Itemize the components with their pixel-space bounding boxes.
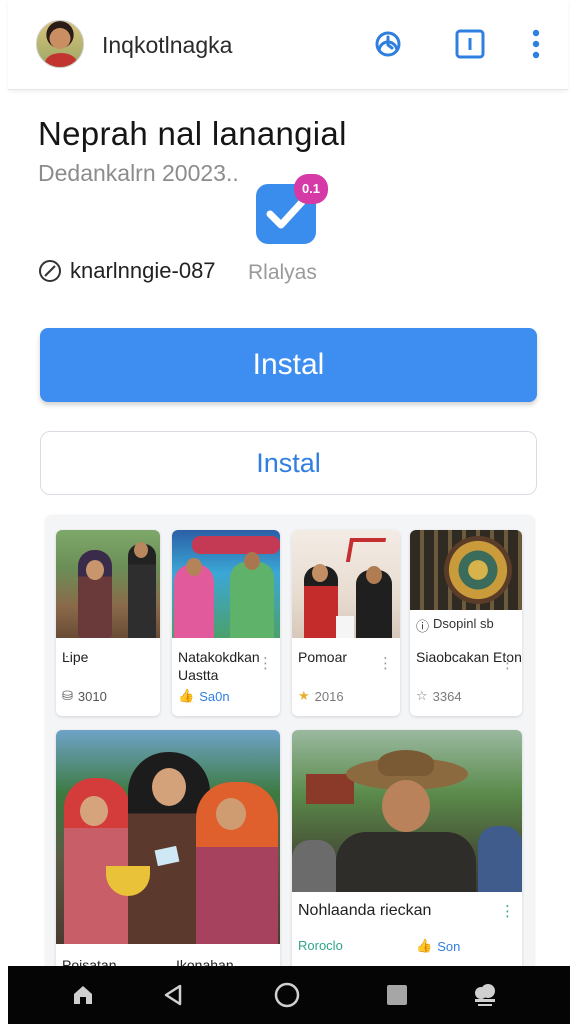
thumb-icon: 👍 bbox=[178, 688, 195, 703]
app-date: Dedankalrn 20023.. bbox=[38, 160, 239, 186]
developer-icon bbox=[39, 260, 61, 282]
developer-row[interactable]: knarlnngie-087 bbox=[38, 258, 216, 284]
app-name: Neprah nal lanangial bbox=[38, 115, 347, 152]
card-meta-right: 👍 Son bbox=[416, 938, 460, 954]
info-icon: ⓘ bbox=[416, 619, 430, 634]
notification-badge: 0.1 bbox=[294, 174, 328, 204]
card-menu-icon[interactable]: ⋮ bbox=[500, 654, 515, 672]
more-vert-icon[interactable] bbox=[518, 26, 554, 62]
circle-home-icon[interactable] bbox=[270, 978, 304, 1012]
recents-icon[interactable] bbox=[380, 978, 414, 1012]
gallery-card[interactable]: Natakokdkan Uastta ⋮ 👍 Sa0n bbox=[172, 530, 280, 716]
card-meta: ⛁ 3010 bbox=[62, 688, 107, 704]
card-title: Nohlaanda rieckan bbox=[298, 902, 432, 919]
assistant-icon[interactable] bbox=[468, 978, 502, 1012]
header-title: Inqkotlnagka bbox=[102, 32, 233, 58]
card-menu-icon[interactable]: ⋮ bbox=[378, 654, 393, 672]
gallery-photo bbox=[292, 730, 522, 892]
card-menu-icon[interactable]: ⋮ bbox=[500, 902, 515, 920]
gallery-photo bbox=[172, 530, 280, 638]
install-secondary-button[interactable]: Instal bbox=[40, 431, 537, 495]
card-meta-value: Sa0n bbox=[199, 688, 230, 704]
card-meta-value: Roroclo bbox=[298, 938, 343, 953]
card-meta-right-value: Son bbox=[437, 938, 461, 954]
star-icon: ★ bbox=[298, 688, 310, 703]
star-icon: ☆ bbox=[416, 688, 428, 703]
system-nav-bar bbox=[8, 966, 570, 1024]
card-meta-value: 3010 bbox=[77, 688, 107, 704]
card-title: Ŀipe bbox=[62, 649, 89, 665]
card-meta: ☆ 3364 bbox=[416, 688, 462, 704]
avatar[interactable] bbox=[36, 20, 84, 68]
home-icon[interactable] bbox=[66, 978, 100, 1012]
card-menu-icon[interactable]: ⋮ bbox=[258, 654, 273, 672]
install-button[interactable]: Instal bbox=[40, 328, 537, 402]
card-meta: Roroclo bbox=[298, 938, 343, 953]
square-info-icon[interactable] bbox=[452, 26, 488, 62]
card-meta-value: 2016 bbox=[314, 688, 344, 704]
gallery-card[interactable]: Ŀipe ⛁ 3010 bbox=[56, 530, 160, 716]
gallery-card[interactable]: Pomoar ⋮ ★ 2016 bbox=[292, 530, 400, 716]
gallery-photo bbox=[292, 530, 400, 638]
download-icon: ⛁ bbox=[62, 688, 73, 703]
card-meta: ★ 2016 bbox=[298, 688, 344, 704]
thumb-icon: 👍 bbox=[416, 938, 433, 953]
gallery-photo bbox=[56, 730, 280, 944]
gallery-photo bbox=[410, 530, 522, 610]
card-meta-value: 3364 bbox=[432, 688, 462, 704]
developer-name: knarlnngie-087 bbox=[70, 258, 216, 283]
card-caption-text: Dsopinl sb bbox=[433, 616, 494, 631]
gallery-card[interactable]: Nohlaanda rieckan ⋮ Roroclo 👍 Son bbox=[292, 730, 522, 976]
screenshot-gallery[interactable]: Ŀipe ⛁ 3010 Natakokdkan Uastta ⋮ 👍 Sa0n bbox=[46, 516, 534, 976]
gallery-card[interactable]: ⓘ Dsopinl sb Siaobcakan Eton ⋮ ☆ 3364 bbox=[410, 530, 522, 716]
card-title: Pomoar bbox=[298, 649, 348, 665]
gallery-photo bbox=[56, 530, 160, 638]
gallery-card[interactable]: Poisatan Ikonahan bbox=[56, 730, 280, 976]
clock-icon[interactable] bbox=[370, 26, 406, 62]
app-category[interactable]: Rlalyas bbox=[248, 261, 317, 285]
card-caption: ⓘ Dsopinl sb bbox=[416, 616, 494, 635]
card-meta: 👍 Sa0n bbox=[178, 688, 230, 704]
top-app-bar: Inqkotlnagka bbox=[8, 0, 568, 90]
back-icon[interactable] bbox=[156, 978, 190, 1012]
